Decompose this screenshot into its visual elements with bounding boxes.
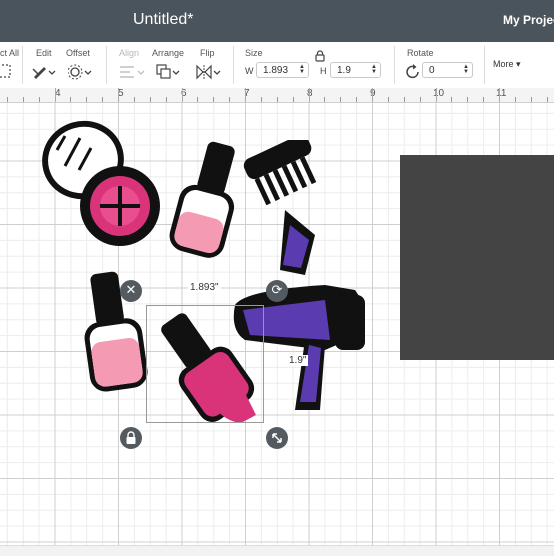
rotate-icon[interactable] xyxy=(405,64,421,80)
size-label: Size xyxy=(245,48,263,58)
ruler-tick xyxy=(118,88,119,102)
ruler-tick xyxy=(530,97,532,102)
ruler-tick xyxy=(229,97,231,102)
ruler-tick xyxy=(70,97,72,102)
divider xyxy=(22,46,23,84)
ruler-tick xyxy=(181,88,183,102)
rotate-label: Rotate xyxy=(407,48,434,58)
height-prefix: H xyxy=(320,66,327,76)
ruler-tick xyxy=(387,97,389,102)
align-label: Align xyxy=(119,48,140,58)
ruler-tick xyxy=(213,97,215,102)
divider xyxy=(484,46,485,84)
offset-icon[interactable] xyxy=(68,64,94,80)
divider xyxy=(106,46,107,84)
nail-polish-bottle-image[interactable] xyxy=(72,268,157,398)
ruler-tick xyxy=(197,97,199,102)
select-all-icon[interactable] xyxy=(0,64,12,78)
ruler-tick xyxy=(435,88,437,102)
height-value: 1.9 xyxy=(337,65,351,76)
rotate-icon: ⟳ xyxy=(271,283,283,298)
arrange-label[interactable]: Arrange xyxy=(152,48,184,58)
height-stepper-icon[interactable]: ▲ ▼ xyxy=(371,64,377,75)
rotate-handle[interactable]: ⟳ xyxy=(266,280,288,302)
rectangle-shape[interactable] xyxy=(400,155,554,360)
width-prefix: W xyxy=(245,66,254,76)
ruler-tick xyxy=(245,88,246,102)
ruler-tick xyxy=(514,97,516,102)
ruler-tick xyxy=(102,97,104,102)
ruler-tick xyxy=(22,97,24,102)
resize-handle[interactable] xyxy=(266,427,288,449)
close-icon: ✕ xyxy=(125,283,137,298)
header-bar: Untitled* My Projects xyxy=(0,0,554,42)
lock-icon[interactable] xyxy=(315,50,325,62)
ruler-tick xyxy=(86,97,88,102)
rotate-input[interactable]: 0 ▲ ▼ xyxy=(422,62,473,78)
ruler-tick xyxy=(372,88,373,102)
ruler-number: 4 xyxy=(55,88,61,99)
edit-label[interactable]: Edit xyxy=(36,48,52,58)
ruler-tick xyxy=(165,97,167,102)
width-value: 1.893 xyxy=(263,65,289,76)
width-stepper-icon[interactable]: ▲ ▼ xyxy=(299,64,305,75)
ruler-tick xyxy=(324,97,326,102)
arrange-icon[interactable] xyxy=(156,64,182,80)
ruler-tick xyxy=(38,97,40,102)
compact-mirror-image[interactable] xyxy=(35,118,165,258)
selection-width-label: 1.893" xyxy=(188,282,221,293)
divider xyxy=(394,46,395,84)
chevron-down-icon: ▾ xyxy=(516,59,521,69)
width-input[interactable]: 1.893 ▲ ▼ xyxy=(256,62,309,78)
more-label: More xyxy=(493,59,514,69)
ruler-tick xyxy=(54,88,56,102)
resize-icon xyxy=(272,433,282,443)
ruler-tick xyxy=(467,97,469,102)
ruler-tick xyxy=(292,97,294,102)
edit-toolbar: ct All Edit Offset Align Arrange Flip Si… xyxy=(0,42,554,89)
ruler-tick xyxy=(451,97,453,102)
divider xyxy=(233,46,234,84)
ruler-tick xyxy=(356,97,358,102)
selection-height-label: 1.9" xyxy=(287,355,309,366)
lock-handle[interactable] xyxy=(120,427,142,449)
align-icon xyxy=(120,66,145,78)
more-menu-button[interactable]: More ▾ xyxy=(493,59,521,70)
document-title[interactable]: Untitled* xyxy=(133,11,193,29)
ruler-tick xyxy=(276,97,278,102)
ruler-tick xyxy=(483,97,485,102)
lock-icon xyxy=(126,431,136,444)
ruler-tick xyxy=(308,88,310,102)
ruler-tick xyxy=(6,97,8,102)
edit-icon[interactable] xyxy=(31,64,57,80)
ruler-tick xyxy=(149,97,151,102)
horizontal-ruler: 4 5 6 7 8 9 10 11 xyxy=(0,88,554,103)
bottom-bar xyxy=(0,545,554,556)
flip-label[interactable]: Flip xyxy=(200,48,215,58)
rotate-value: 0 xyxy=(429,65,435,76)
ruler-tick xyxy=(403,97,405,102)
rotate-stepper-icon[interactable]: ▲ ▼ xyxy=(463,64,469,75)
ruler-tick xyxy=(340,97,342,102)
selection-bounding-box[interactable] xyxy=(146,305,264,423)
ruler-tick xyxy=(133,97,135,102)
offset-label[interactable]: Offset xyxy=(66,48,90,58)
height-input[interactable]: 1.9 ▲ ▼ xyxy=(330,62,381,78)
ruler-tick xyxy=(260,97,262,102)
delete-handle[interactable]: ✕ xyxy=(120,280,142,302)
flip-icon[interactable] xyxy=(195,64,221,80)
ruler-number: 11 xyxy=(496,88,507,99)
my-projects-button[interactable]: My Projects xyxy=(503,13,554,27)
ruler-tick xyxy=(499,88,500,102)
ruler-tick xyxy=(419,97,421,102)
ruler-tick xyxy=(546,97,548,102)
select-all-label[interactable]: ct All xyxy=(0,48,19,58)
